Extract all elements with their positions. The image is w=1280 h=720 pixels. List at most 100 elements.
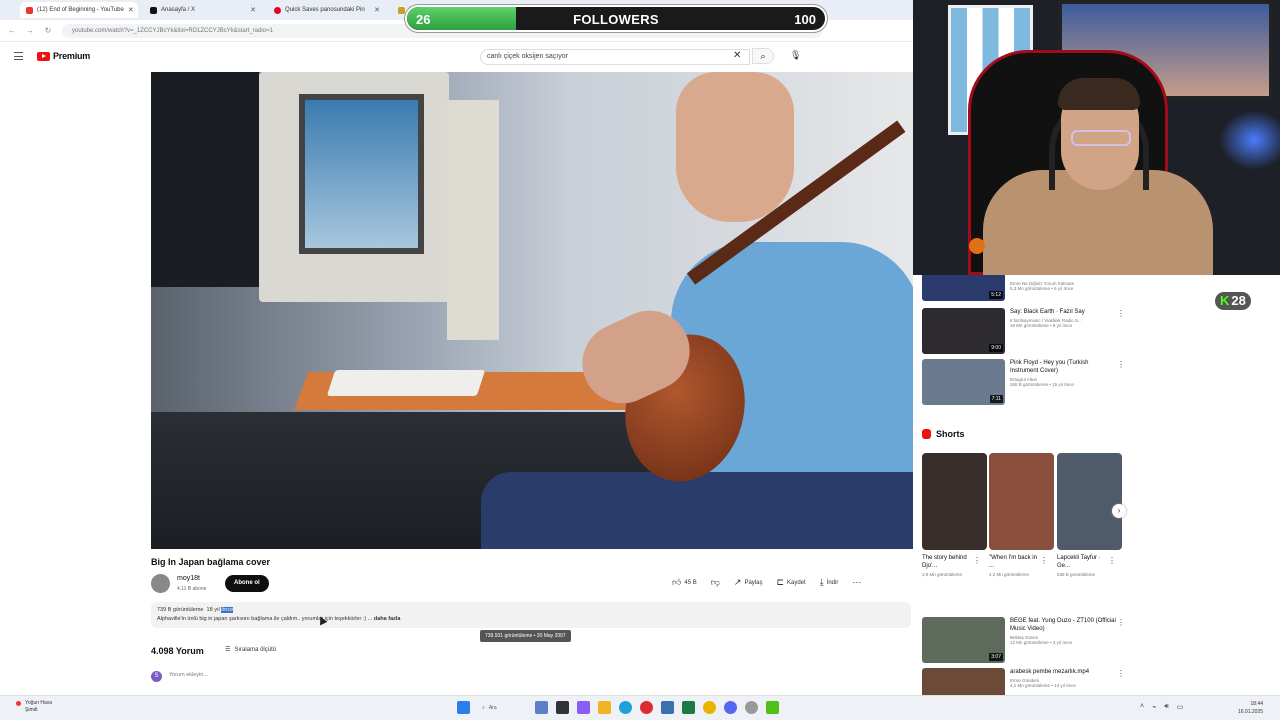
settings-gear-icon[interactable]	[744, 701, 758, 714]
short-thumbnail[interactable]	[1057, 453, 1122, 550]
recommended-video[interactable]: 7:11 Pink Floyd - Hey you (Turkish Instr…	[922, 359, 1122, 405]
video-views: 265 B görüntüleme • 15 yıl önce	[1010, 382, 1074, 387]
reload-icon[interactable]: ↻	[44, 26, 52, 35]
video-title[interactable]: Say: Black Earth · Fazıl Say	[1010, 308, 1118, 316]
search-input[interactable]: canlı çiçek oksijen saçıyor	[480, 49, 750, 65]
discord-icon[interactable]	[723, 701, 737, 714]
recommended-video[interactable]: 9:00 Say: Black Earth · Fazıl Say tr.faz…	[922, 308, 1122, 354]
shorts-header: Shorts	[922, 429, 965, 439]
sort-label: Sıralama ölçütü	[234, 646, 277, 653]
video-thumbnail[interactable]: 9:00	[922, 308, 1005, 354]
video-views: 18 Mn görüntüleme • 8 yıl önce	[1010, 323, 1073, 328]
thumbs-down-icon: 👎︎	[710, 577, 720, 587]
youtube-favicon-icon	[26, 6, 33, 14]
menu-icon[interactable]	[14, 52, 23, 60]
video-title[interactable]: arabesk pembe mezarlık.mp4	[1010, 668, 1118, 676]
clock-date: 16.01.2025	[1238, 709, 1264, 715]
file-explorer-icon[interactable]	[597, 701, 611, 714]
video-thumbnail[interactable]: 7:11	[922, 359, 1005, 405]
video-player[interactable]	[151, 72, 913, 549]
copilot-icon[interactable]	[576, 701, 590, 714]
tab-label: Anasayfa / X	[161, 7, 196, 13]
close-tab-icon[interactable]: ✕	[250, 6, 256, 14]
more-vertical-icon[interactable]: ⋮	[1040, 556, 1048, 565]
tab-label: (12) End of Beginning - YouTube	[37, 7, 124, 13]
video-title[interactable]: Pink Floyd - Hey you (Turkish Instrument…	[1010, 359, 1118, 375]
short-card[interactable]: Lapcekli Tayfur · Ge... 638 B görüntülem…	[1057, 453, 1122, 577]
browser-tab-youtube[interactable]: (12) End of Beginning - YouTube ✕	[20, 2, 138, 18]
close-tab-icon[interactable]: ✕	[128, 6, 134, 14]
kick-app-icon[interactable]	[765, 701, 779, 714]
video-frame-keyboard	[326, 370, 486, 396]
chevron-up-icon[interactable]: ˄	[1140, 703, 1144, 711]
more-actions-button[interactable]: ⋯	[852, 577, 861, 588]
sort-comments-button[interactable]: ☰ Sıralama ölçütü	[225, 646, 277, 654]
youtube-premium-logo[interactable]: Premium	[37, 51, 90, 61]
more-vertical-icon[interactable]: ⋮	[1117, 309, 1125, 318]
more-vertical-icon[interactable]: ⋮	[1117, 618, 1125, 627]
short-title[interactable]: Lapcekli Tayfur · Ge...	[1057, 554, 1109, 570]
short-title[interactable]: "When I'm back in ...	[989, 554, 1041, 570]
browser-tab-pinterest[interactable]: Quick Saves panosundaki Pin ✕	[268, 2, 386, 18]
kick-logo-icon: K	[1220, 293, 1230, 308]
share-button[interactable]: ↗ Paylaş	[734, 577, 763, 588]
battery-icon[interactable]: ▭	[1177, 703, 1184, 711]
recommended-video[interactable]: 5:12 Emre Ne Diğiniz Yorum Kalmam 5,3 Mn…	[922, 275, 1122, 301]
short-card[interactable]: "When I'm back in ... 4,2 Mn görüntüleme…	[989, 453, 1054, 577]
search-icon[interactable]: ⌕	[752, 48, 774, 64]
chevron-right-icon[interactable]: ›	[1112, 504, 1126, 518]
excel-icon[interactable]	[681, 701, 695, 714]
channel-subscribers: 4,11 B abone	[177, 586, 207, 592]
chrome-icon[interactable]	[702, 701, 716, 714]
forward-arrow-icon[interactable]: →	[26, 26, 34, 35]
weather-icon	[16, 701, 21, 706]
followers-goal-bar: 26 FOLLOWERS 100	[405, 5, 827, 32]
video-duration: 3:07	[989, 653, 1003, 661]
more-vertical-icon[interactable]: ⋮	[1108, 556, 1116, 565]
taskbar-search[interactable]: ⌕ Ara	[478, 705, 527, 711]
clear-search-icon[interactable]: ✕	[733, 50, 741, 61]
clock[interactable]: 18:44 16.01.2025	[1238, 700, 1263, 716]
recommended-video[interactable]: arabesk pembe mezarlık.mp4 Emre Gündem 4…	[922, 668, 1122, 695]
microphone-icon[interactable]: 🎙︎	[790, 50, 801, 61]
short-thumbnail[interactable]	[989, 453, 1054, 550]
channel-avatar[interactable]	[151, 574, 170, 593]
volume-icon[interactable]: 🔊︎	[1164, 703, 1168, 711]
save-button[interactable]: ⊏ Kaydet	[776, 577, 805, 588]
subscribe-button[interactable]: Abone ol	[225, 575, 269, 592]
comment-input[interactable]: Yorum ekleyin...	[169, 672, 208, 678]
short-card[interactable]: The story behind Djo'... 3,9 Mn görüntül…	[922, 453, 987, 577]
description-box[interactable]: 739 B görüntüleme 18 yıl önce Alphaville…	[151, 602, 911, 628]
task-view-icon[interactable]	[555, 701, 569, 714]
more-vertical-icon[interactable]: ⋮	[1117, 669, 1125, 678]
dislike-button[interactable]: 👎︎	[711, 577, 720, 588]
like-button[interactable]: 👍︎ 45 B	[672, 577, 697, 588]
video-thumbnail[interactable]: 3:07	[922, 617, 1005, 663]
channel-name[interactable]: moy18t	[177, 575, 200, 582]
webcam-overlay	[913, 0, 1280, 275]
weather-widget[interactable]: Yoğun Hava Şimdi	[25, 700, 52, 714]
edge-browser-icon[interactable]	[618, 701, 632, 714]
more-vertical-icon[interactable]: ⋮	[973, 556, 981, 565]
shorts-icon	[922, 429, 931, 439]
back-arrow-icon[interactable]: ←	[8, 26, 16, 35]
short-thumbnail[interactable]	[922, 453, 987, 550]
windows-start-icon[interactable]	[457, 701, 470, 714]
microsoft-store-icon[interactable]	[660, 701, 674, 714]
download-button[interactable]: ⤓ İndir	[820, 577, 839, 588]
network-icon[interactable]: ⌁	[1152, 703, 1156, 711]
short-title[interactable]: The story behind Djo'...	[922, 554, 974, 570]
widgets-icon[interactable]	[534, 701, 548, 714]
close-tab-icon[interactable]: ✕	[374, 6, 380, 14]
bookmark-icon: ⊏	[776, 577, 784, 587]
opera-browser-icon[interactable]	[639, 701, 653, 714]
show-more-link[interactable]: daha fazla	[374, 616, 401, 622]
video-thumbnail[interactable]: 5:12	[922, 275, 1005, 301]
more-vertical-icon[interactable]: ⋮	[1117, 360, 1125, 369]
browser-tab-x[interactable]: Anasayfa / X ✕	[144, 2, 262, 18]
video-title[interactable]: BEGE feat. Yung Ouzo - ZT100 (Official M…	[1010, 617, 1118, 633]
user-avatar: S	[151, 671, 162, 682]
video-thumbnail[interactable]	[922, 668, 1005, 695]
recommended-video[interactable]: 3:07 BEGE feat. Yung Ouzo - ZT100 (Offic…	[922, 617, 1122, 663]
webcam-streamer-hair	[1058, 78, 1140, 110]
